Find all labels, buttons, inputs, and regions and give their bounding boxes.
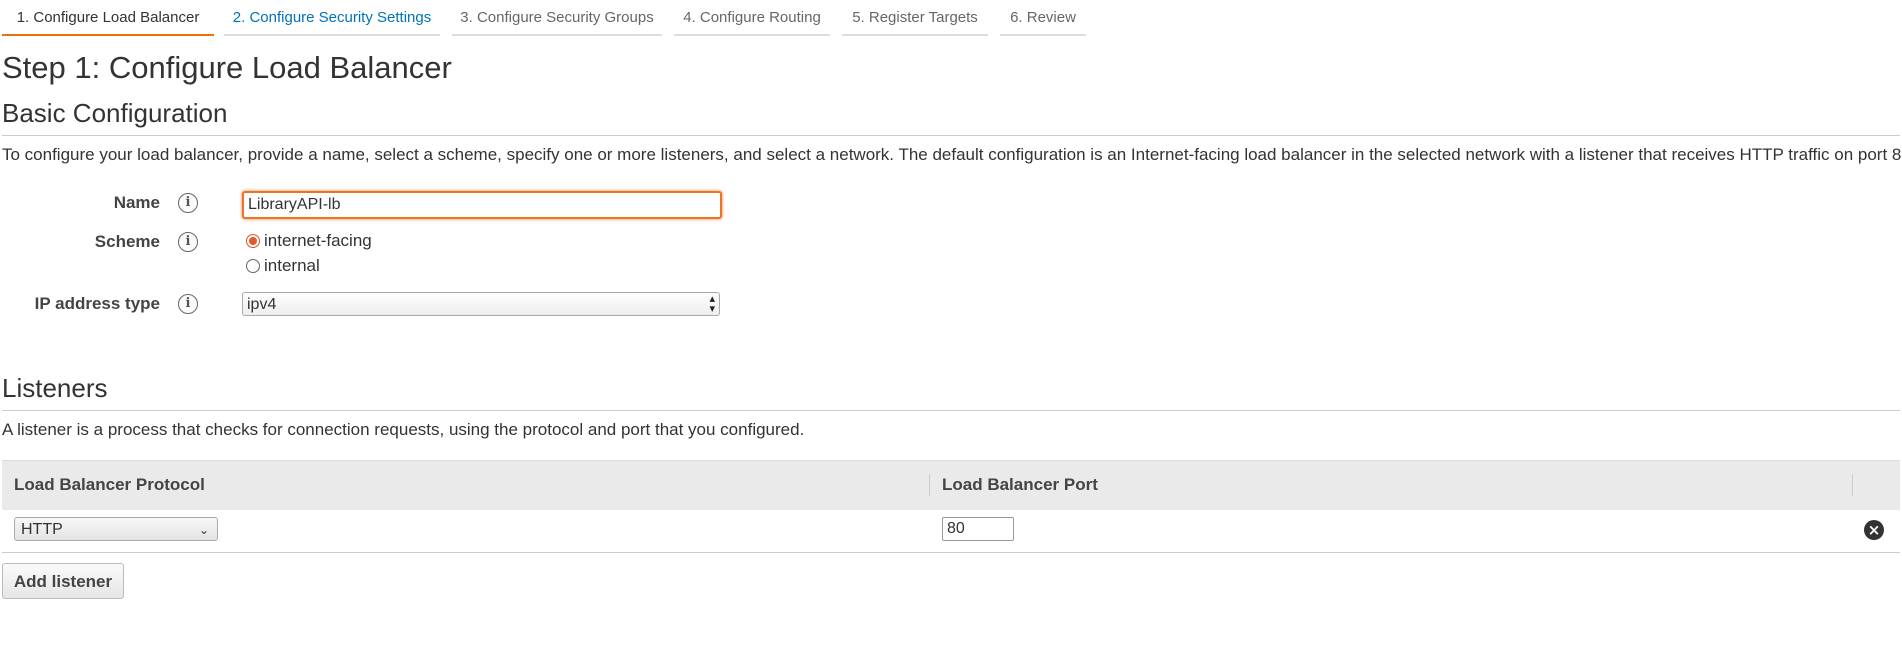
basic-configuration-title: Basic Configuration [2,98,228,128]
select-arrows-icon: ▴ ▾ [709,293,715,315]
add-listener-button[interactable]: Add listener [2,563,124,599]
tab-configure-security-settings[interactable]: 2. Configure Security Settings [224,0,440,36]
tab-review[interactable]: 6. Review [1000,0,1086,36]
listeners-description: A listener is a process that checks for … [2,420,805,439]
section-divider [2,135,1900,136]
name-label: Name [113,193,160,212]
protocol-value: HTTP [21,521,63,538]
scheme-option-label: internet-facing [264,231,372,250]
table-row: HTTP ⌄ × [2,510,1900,553]
radio-checked-icon[interactable] [246,234,260,248]
radio-unchecked-icon[interactable] [246,259,260,273]
section-divider [2,410,1900,411]
column-divider [929,474,930,496]
port-input[interactable] [942,517,1014,541]
ip-address-type-select[interactable]: ipv4 ▴ ▾ [242,292,720,316]
tab-configure-routing[interactable]: 4. Configure Routing [674,0,830,36]
remove-icon[interactable]: × [1864,520,1884,540]
ip-address-type-label: IP address type [34,294,160,313]
ip-address-type-value: ipv4 [247,296,277,313]
tab-configure-security-groups[interactable]: 3. Configure Security Groups [452,0,662,36]
column-divider [1852,474,1853,496]
basic-configuration-description: To configure your load balancer, provide… [2,145,1902,164]
protocol-select[interactable]: HTTP ⌄ [14,517,218,541]
chevron-down-icon: ⌄ [198,523,209,537]
tab-configure-load-balancer[interactable]: 1. Configure Load Balancer [2,0,214,36]
column-header-port[interactable]: Load Balancer Port [942,475,1098,495]
scheme-option-label: internal [264,256,320,275]
info-icon[interactable]: i [178,294,198,314]
listeners-table-header: Load Balancer Protocol Load Balancer Por… [2,460,1900,511]
column-header-protocol[interactable]: Load Balancer Protocol [14,475,205,495]
info-icon[interactable]: i [178,232,198,252]
tab-register-targets[interactable]: 5. Register Targets [842,0,988,36]
info-icon[interactable]: i [178,193,198,213]
scheme-label: Scheme [94,232,160,251]
listeners-title: Listeners [2,373,108,403]
name-input[interactable] [242,191,722,219]
scheme-option-internet-facing[interactable]: internet-facing [246,231,372,251]
page-title: Step 1: Configure Load Balancer [2,50,452,85]
scheme-option-internal[interactable]: internal [246,256,320,276]
